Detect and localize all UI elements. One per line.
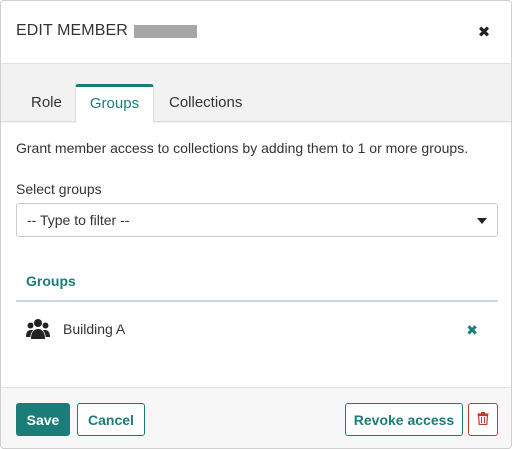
edit-member-dialog: EDIT MEMBER ✖ Role Groups Collections Gr… [0,0,512,449]
select-placeholder: -- Type to filter -- [27,212,130,228]
select-groups-label: Select groups [16,181,102,197]
dialog-header: EDIT MEMBER ✖ [1,1,511,64]
remove-icon[interactable]: ✖ [466,322,478,339]
trash-icon [477,411,489,428]
group-name: Building A [63,321,126,337]
delete-button[interactable] [468,403,498,436]
close-icon: ✖ [477,24,491,41]
dialog-body: Role Groups Collections Grant member acc… [1,64,511,387]
tab-groups[interactable]: Groups [75,84,154,123]
tab-role[interactable]: Role [16,85,77,122]
tab-bar: Role Groups Collections [1,64,511,123]
dialog-title: EDIT MEMBER [16,22,197,40]
groups-table-header: Groups [16,264,498,302]
groups-filter-select[interactable]: -- Type to filter -- [16,203,498,237]
cancel-button[interactable]: Cancel [77,403,145,436]
close-button[interactable]: ✖ [476,24,492,41]
save-button[interactable]: Save [16,403,70,436]
users-icon [26,318,50,340]
revoke-access-button[interactable]: Revoke access [345,403,463,436]
chevron-down-icon [477,218,487,224]
dialog-title-text: EDIT MEMBER [16,22,128,39]
table-row: Building A ✖ [16,304,498,354]
redacted-member-name [133,24,197,38]
tab-collections[interactable]: Collections [154,85,257,122]
groups-description: Grant member access to collections by ad… [16,140,469,156]
dialog-footer: Save Cancel Revoke access [1,387,511,448]
groups-tab-panel: Grant member access to collections by ad… [1,123,511,387]
